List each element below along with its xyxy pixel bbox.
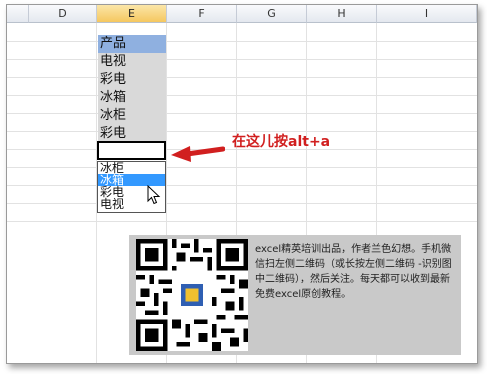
cell-product-item[interactable]: 冰柜 [98, 107, 166, 125]
grid-line [7, 59, 477, 60]
column-header-h[interactable]: H [307, 5, 377, 23]
grid-line [7, 221, 477, 222]
select-all-corner[interactable] [7, 5, 29, 23]
grid-line [7, 77, 477, 78]
grid-line [7, 203, 477, 204]
promo-text: excel精英培训出品，作者兰色幻想。手机微信扫左侧二维码（或长按左侧二维码 -… [255, 244, 452, 300]
grid-line [7, 185, 477, 186]
grid-line [7, 167, 477, 168]
column-header-g[interactable]: G [237, 5, 307, 23]
annotation-text: 在这儿按alt+a [232, 134, 331, 150]
grid-line [7, 41, 477, 42]
column-header-i[interactable]: I [377, 5, 477, 23]
spreadsheet-window: D E F G H I 产品 电视 彩电 冰箱 冰柜 彩电 冰柜 冰箱 彩电 电… [6, 4, 478, 364]
qr-code-icon [136, 239, 248, 351]
column-header-e[interactable]: E [97, 5, 167, 23]
grid-line [7, 113, 477, 114]
cell-product-item[interactable]: 电视 [98, 53, 166, 71]
column-header-d[interactable]: D [29, 5, 97, 23]
cell-product-item[interactable]: 彩电 [98, 71, 166, 89]
active-cell[interactable] [97, 141, 166, 160]
promo-box: excel精英培训出品，作者兰色幻想。手机微信扫左侧二维码（或长按左侧二维码 -… [129, 235, 461, 355]
red-arrow-icon [171, 146, 225, 162]
cell-product-item[interactable]: 冰箱 [98, 89, 166, 107]
column-header-f[interactable]: F [167, 5, 237, 23]
grid-line [7, 95, 477, 96]
mouse-pointer-icon [147, 185, 161, 205]
cell-product-header[interactable]: 产品 [98, 35, 166, 53]
